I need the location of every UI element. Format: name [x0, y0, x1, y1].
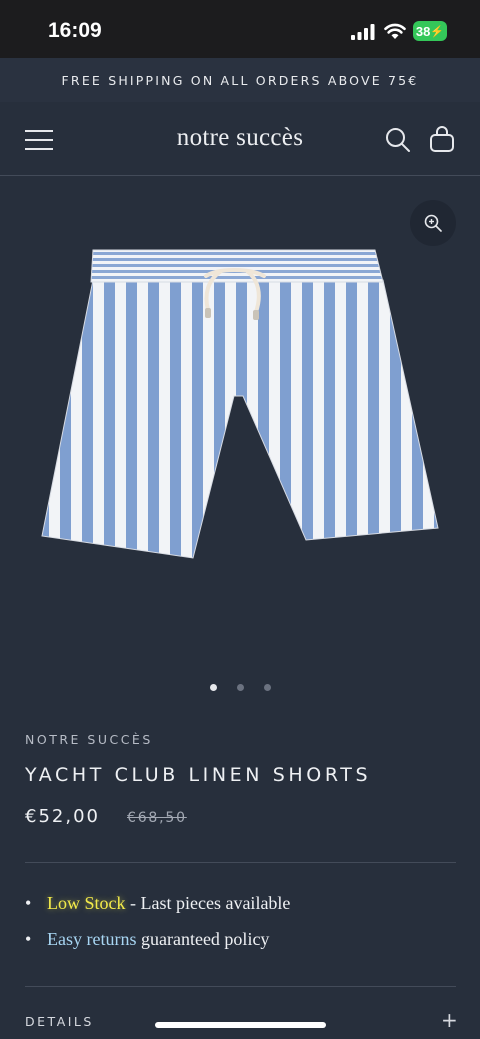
highlight-stock-text: - Last pieces available — [125, 893, 291, 913]
zoom-button[interactable] — [410, 200, 456, 246]
announcement-bar[interactable]: FREE SHIPPING ON ALL ORDERS ABOVE 75€ — [0, 58, 480, 102]
highlight-returns-label: Easy returns — [47, 929, 137, 949]
product-title: YACHT CLUB LINEN SHORTS — [25, 764, 372, 786]
home-indicator[interactable] — [155, 1022, 326, 1028]
product-vendor[interactable]: NOTRE SUCCÈS — [25, 732, 153, 747]
bullet-icon: • — [25, 893, 32, 913]
status-bar: 16:09 38 ⚡ — [0, 0, 480, 58]
search-icon[interactable] — [385, 127, 411, 153]
details-accordion-label[interactable]: DETAILS — [25, 1014, 94, 1029]
highlight-stock-label: Low Stock — [47, 893, 126, 913]
product-highlights: • Low Stock - Last pieces available • Ea… — [25, 893, 290, 965]
gallery-dot-2[interactable] — [236, 684, 244, 691]
wifi-icon — [384, 23, 406, 39]
zoom-in-icon — [424, 214, 442, 232]
compare-at-price: €68,50 — [127, 810, 187, 826]
signal-icon — [351, 24, 375, 40]
divider — [25, 862, 456, 863]
highlight-returns: • Easy returns guaranteed policy — [25, 929, 290, 965]
product-price: €52,00 — [25, 806, 100, 827]
announcement-text: FREE SHIPPING ON ALL ORDERS ABOVE 75€ — [61, 72, 419, 88]
shopping-bag-icon[interactable] — [429, 125, 455, 153]
bullet-icon: • — [25, 929, 32, 949]
divider — [25, 986, 456, 987]
gallery-dot-1[interactable] — [209, 684, 217, 691]
status-time: 16:09 — [48, 19, 102, 42]
plus-icon[interactable]: + — [441, 1008, 458, 1032]
battery-level: 38 — [415, 23, 431, 39]
gallery-pagination — [0, 684, 480, 691]
product-image[interactable] — [38, 246, 442, 564]
product-gallery[interactable] — [0, 176, 480, 706]
highlight-returns-text: guaranteed policy — [136, 929, 270, 949]
highlight-stock: • Low Stock - Last pieces available — [25, 893, 290, 929]
gallery-dot-3[interactable] — [263, 684, 271, 691]
site-header: notre succès — [0, 102, 480, 176]
battery-charging-icon: 38 ⚡ — [413, 21, 447, 41]
